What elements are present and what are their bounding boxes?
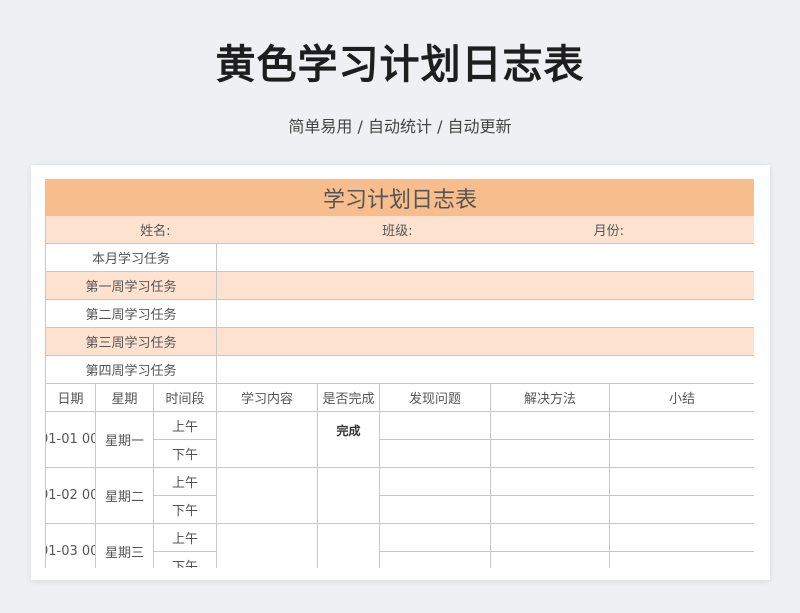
summary-cell[interactable] (608, 523, 754, 552)
header-problems: 发现问题 (379, 383, 491, 412)
sheet-preview-card: 学习计划日志表 姓名: 班级: 月份: 本月学习任务 第一周学习任务 第二周学习… (31, 165, 770, 580)
time-slot-cell: 下午 (153, 439, 217, 468)
month-label: 月份: (490, 215, 754, 244)
solution-cell[interactable] (490, 551, 610, 568)
task-input[interactable] (215, 355, 754, 384)
solution-cell[interactable] (490, 411, 610, 440)
content-cell[interactable] (216, 523, 318, 568)
task-input[interactable] (215, 327, 754, 356)
date-cell[interactable]: 01-02 00 (45, 467, 96, 524)
table-row: 01-03 00 星期三 上午 (45, 523, 754, 568)
task-label: 第四周学习任务 (45, 355, 217, 384)
task-label: 本月学习任务 (45, 243, 217, 272)
status-text: 完成 (336, 424, 361, 438)
solution-cell[interactable] (490, 467, 610, 496)
page-subtitle: 简单易用 / 自动统计 / 自动更新 (288, 117, 512, 136)
date-cell[interactable]: 01-01 00 (45, 411, 96, 468)
header-time-slot: 时间段 (153, 383, 217, 412)
task-label: 第三周学习任务 (45, 327, 217, 356)
completed-cell[interactable]: 完成 (317, 411, 380, 468)
class-label: 班级: (216, 215, 491, 244)
task-label: 第二周学习任务 (45, 299, 217, 328)
weekday-cell: 星期一 (95, 411, 154, 468)
task-input[interactable] (215, 243, 754, 272)
table-row: 01-02 00 星期二 上午 (45, 467, 754, 524)
table-row: 01-01 00 星期一 上午 完成 (45, 411, 754, 468)
summary-cell[interactable] (608, 551, 754, 568)
completed-cell[interactable] (317, 523, 380, 568)
header-content: 学习内容 (216, 383, 318, 412)
time-slot-cell: 上午 (153, 467, 217, 496)
solution-cell[interactable] (490, 523, 610, 552)
summary-cell[interactable] (608, 495, 754, 524)
header-weekday: 星期 (95, 383, 154, 412)
task-input[interactable] (215, 271, 754, 300)
problem-cell[interactable] (379, 467, 491, 496)
header-solutions: 解决方法 (490, 383, 610, 412)
time-slot-cell: 下午 (153, 495, 217, 524)
header-summary: 小结 (608, 383, 754, 412)
time-slot-cell: 上午 (153, 523, 217, 552)
problem-cell[interactable] (379, 495, 491, 524)
summary-cell[interactable] (608, 411, 754, 440)
page-title: 黄色学习计划日志表 (215, 42, 585, 88)
content-cell[interactable] (216, 411, 318, 468)
name-label: 姓名: (45, 215, 217, 244)
task-label: 第一周学习任务 (45, 271, 217, 300)
problem-cell[interactable] (379, 439, 491, 468)
problem-cell[interactable] (379, 411, 491, 440)
weekday-cell: 星期三 (95, 523, 154, 568)
completed-cell[interactable] (317, 467, 380, 524)
solution-cell[interactable] (490, 439, 610, 468)
header-completed: 是否完成 (317, 383, 380, 412)
content-cell[interactable] (216, 467, 318, 524)
date-cell[interactable]: 01-03 00 (45, 523, 96, 568)
header-date: 日期 (45, 383, 96, 412)
spreadsheet: 学习计划日志表 姓名: 班级: 月份: 本月学习任务 第一周学习任务 第二周学习… (45, 179, 754, 568)
problem-cell[interactable] (379, 551, 491, 568)
summary-cell[interactable] (608, 439, 754, 468)
task-input[interactable] (215, 299, 754, 328)
solution-cell[interactable] (490, 495, 610, 524)
weekday-cell: 星期二 (95, 467, 154, 524)
time-slot-cell: 上午 (153, 411, 217, 440)
sheet-title: 学习计划日志表 (45, 179, 754, 216)
summary-cell[interactable] (608, 467, 754, 496)
time-slot-cell: 下午 (153, 551, 217, 568)
problem-cell[interactable] (379, 523, 491, 552)
study-log-table: 学习计划日志表 姓名: 班级: 月份: 本月学习任务 第一周学习任务 第二周学习… (45, 179, 754, 568)
